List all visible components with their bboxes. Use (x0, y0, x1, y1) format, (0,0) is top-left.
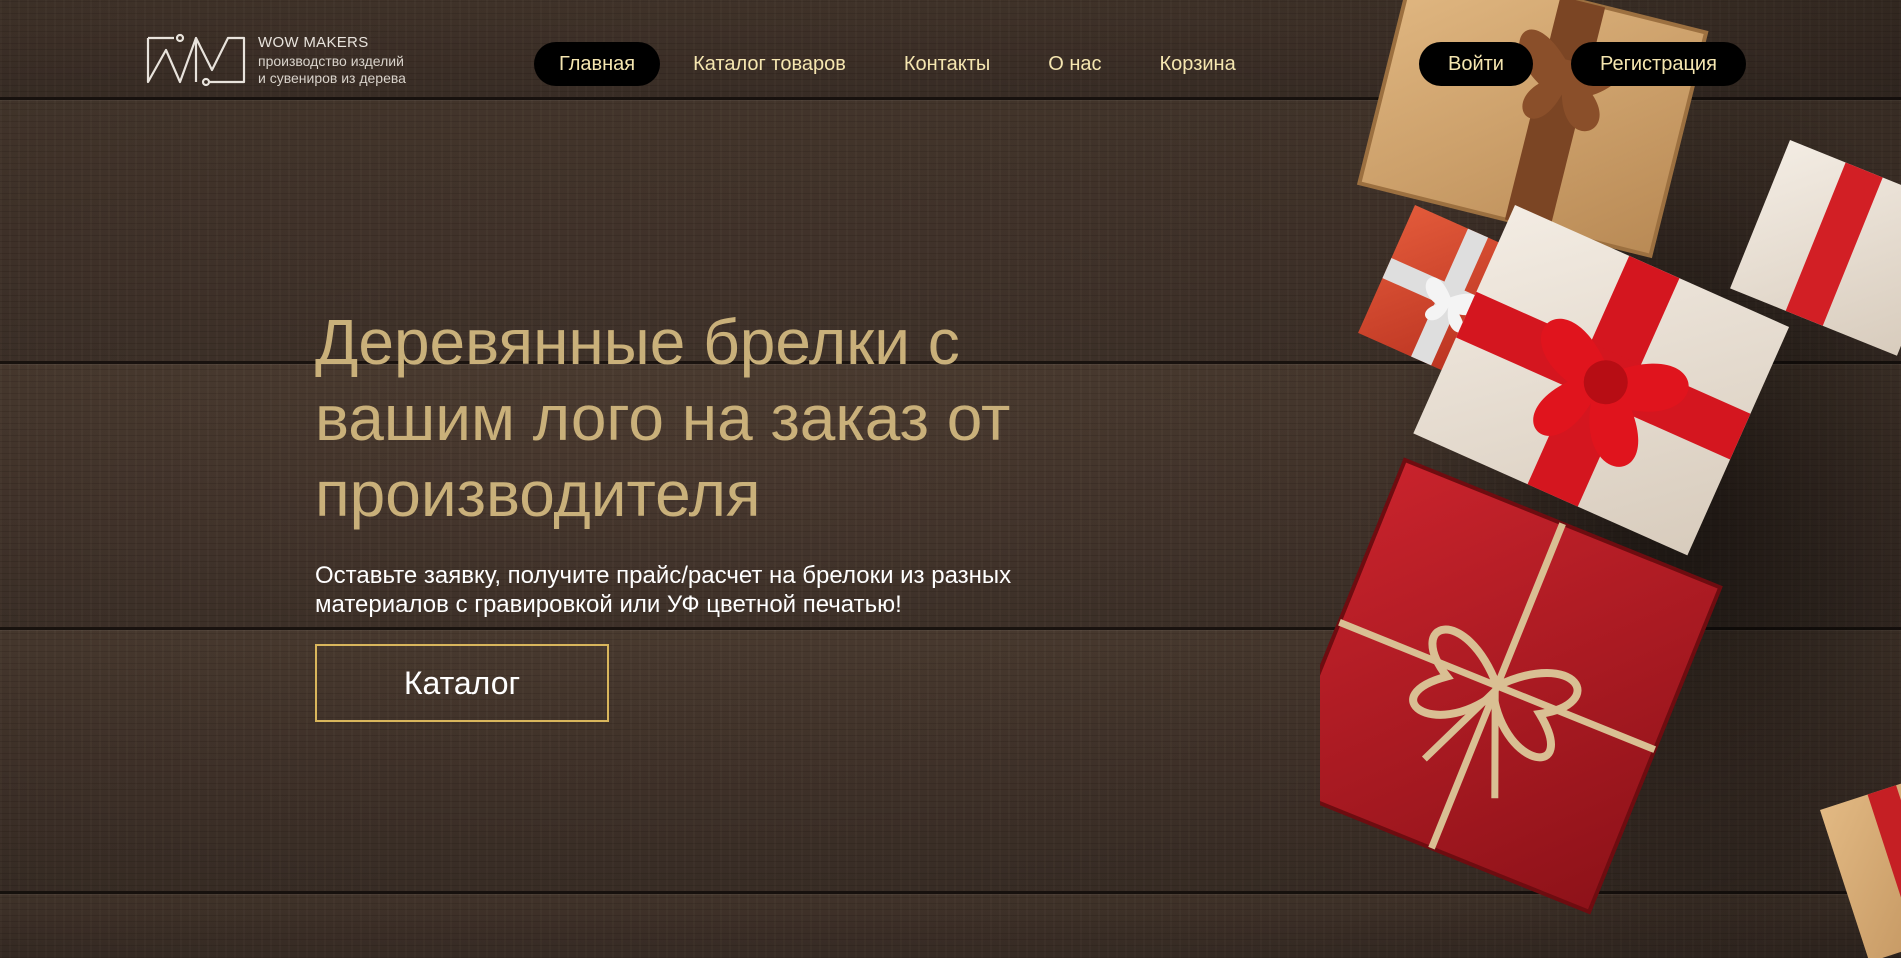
login-button[interactable]: Войти (1419, 42, 1533, 86)
hero-subtitle: Оставьте заявку, получите прайс/расчет н… (315, 561, 1095, 619)
wm-monogram-logo-icon (146, 33, 246, 87)
hero-subtitle-line1: Оставьте заявку, получите прайс/расчет н… (315, 562, 1012, 589)
brand-name: WOW MAKERS (258, 33, 369, 51)
nav-item-contacts[interactable]: Контакты (879, 42, 1015, 86)
nav-item-cart[interactable]: Корзина (1135, 42, 1261, 86)
brand-tagline-line2: и сувениров из дерева (258, 69, 406, 86)
register-button[interactable]: Регистрация (1571, 42, 1746, 86)
gift-boxes-image (1320, 0, 1901, 958)
nav-item-catalog[interactable]: Каталог товаров (668, 42, 871, 86)
landing-page: WOW MAKERS производство изделий и сувени… (0, 0, 1901, 958)
nav-item-home[interactable]: Главная (534, 42, 661, 86)
brand-tagline-line1: производство изделий (258, 52, 404, 69)
site-header: WOW MAKERS производство изделий и сувени… (0, 0, 1901, 100)
main-nav: Главная Каталог товаров Контакты О нас К… (534, 42, 1261, 86)
catalog-button[interactable]: Каталог (315, 644, 609, 722)
brand-logo[interactable]: WOW MAKERS производство изделий и сувени… (144, 32, 406, 88)
nav-item-about[interactable]: О нас (1023, 42, 1126, 86)
hero-subtitle-line2: материалов с гравировкой или УФ цветной … (315, 591, 902, 618)
brand-text: WOW MAKERS производство изделий и сувени… (258, 34, 406, 87)
hero-title: Деревянные брелки с вашим лого на заказ … (315, 306, 1011, 530)
